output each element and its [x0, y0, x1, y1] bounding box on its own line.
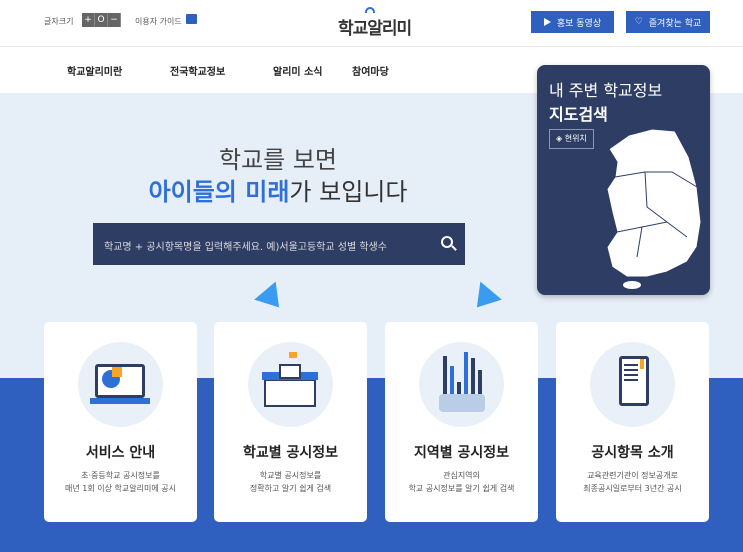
- card-title: 서비스 안내: [85, 445, 156, 461]
- card-title: 지역별 공시정보: [413, 445, 510, 461]
- nav-item-school-info[interactable]: 전국학교정보: [170, 63, 225, 78]
- map-search-card[interactable]: 내 주변 학교정보 지도검색 ◈ 현위치: [537, 65, 710, 295]
- hero-line2-rest: 가 보입니다: [289, 178, 408, 206]
- favorite-schools-label: 즐겨찾는 학교: [648, 18, 702, 29]
- card-region-disclosure[interactable]: 지역별 공시정보 관심지역의 학교 공시정보를 알기 쉽게 검색: [385, 322, 538, 522]
- monitor-icon[interactable]: [186, 14, 197, 24]
- card-disclosure-items[interactable]: 공시항목 소개 교육관련기관이 정보공개로 최종공시일로부터 3년간 공시: [556, 322, 709, 522]
- play-icon: [543, 18, 551, 26]
- card-description: 관심지역의 학교 공시정보를 알기 쉽게 검색: [408, 471, 515, 493]
- search-input[interactable]: 학교명 + 공시항목명을 입력해주세요. 예)서울고등학교 성별 학생수: [93, 223, 465, 265]
- current-location-button[interactable]: ◈ 현위치: [549, 129, 594, 149]
- card-description: 학교별 공시정보를 정확하고 알기 쉽게 검색: [249, 471, 332, 493]
- font-size-controls: + O −: [82, 13, 121, 27]
- tablet-document-icon: [590, 342, 675, 427]
- font-size-label: 글자크기: [44, 17, 74, 26]
- header: 글자크기 + O − 이용자 가이드 학교알리미 홍보 동영상 ♡ 즐겨찾는 학…: [0, 0, 743, 47]
- card-description: 초·중등학교 공시정보를 매년 1회 이상 학교알리미에 공시: [65, 471, 176, 493]
- map-card-title: 내 주변 학교정보: [549, 81, 663, 100]
- font-reset-button[interactable]: O: [95, 13, 108, 27]
- font-increase-button[interactable]: +: [82, 13, 95, 27]
- card-title: 학교별 공시정보: [242, 445, 339, 461]
- heart-icon: ♡: [634, 17, 643, 27]
- logo[interactable]: 학교알리미: [338, 14, 412, 39]
- promo-video-label: 홍보 동영상: [556, 18, 602, 29]
- nav-item-news[interactable]: 알리미 소식: [273, 63, 322, 78]
- card-school-disclosure[interactable]: 학교별 공시정보 학교별 공시정보를 정확하고 알기 쉽게 검색: [214, 322, 367, 522]
- search-icon[interactable]: [441, 236, 453, 248]
- current-location-label: 현위치: [564, 134, 587, 143]
- wifi-icon: [365, 7, 375, 13]
- laptop-chart-icon: [78, 342, 163, 427]
- search-placeholder: 학교명 + 공시항목명을 입력해주세요. 예)서울고등학교 성별 학생수: [104, 242, 387, 253]
- card-description: 교육관련기관이 정보공개로 최종공시일로부터 3년간 공시: [583, 471, 682, 493]
- map-card-subtitle: 지도검색: [549, 105, 608, 124]
- hero-line1: 학교를 보면: [218, 146, 338, 174]
- nav-item-participation[interactable]: 참여마당: [352, 63, 389, 78]
- hero-highlight: 아이들의 미래: [148, 178, 290, 206]
- school-building-icon: [248, 342, 333, 427]
- nav-item-about[interactable]: 학교알리미란: [67, 63, 122, 78]
- font-decrease-button[interactable]: −: [108, 13, 121, 27]
- region-bar-chart-icon: [419, 342, 504, 427]
- favorite-schools-button[interactable]: ♡ 즐겨찾는 학교: [626, 11, 710, 33]
- korea-map-icon: [606, 128, 702, 289]
- crosshair-icon: ◈: [556, 134, 565, 143]
- hero-line2: 아이들의 미래가 보입니다: [0, 172, 556, 207]
- user-guide-link[interactable]: 이용자 가이드: [135, 16, 182, 27]
- card-title: 공시항목 소개: [591, 445, 674, 461]
- promo-video-button[interactable]: 홍보 동영상: [531, 11, 614, 33]
- card-service-guide[interactable]: 서비스 안내 초·중등학교 공시정보를 매년 1회 이상 학교알리미에 공시: [44, 322, 197, 522]
